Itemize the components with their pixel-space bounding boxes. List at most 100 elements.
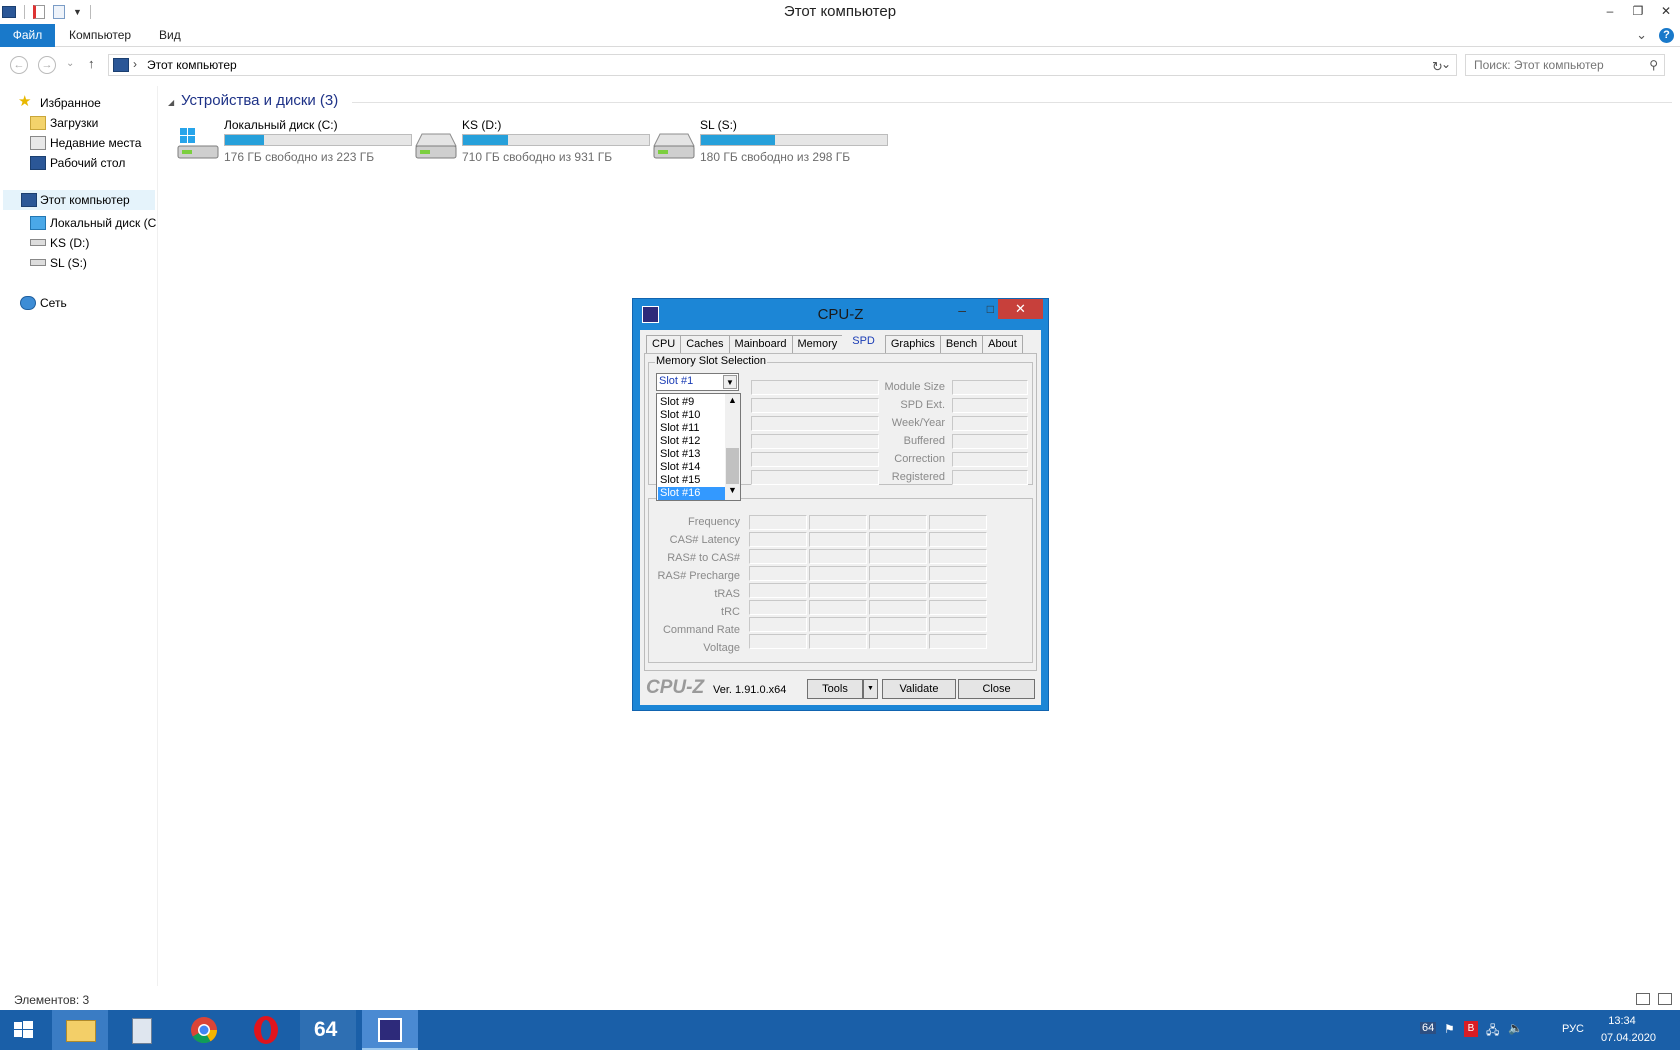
large-icons-view-icon[interactable]: [1658, 993, 1672, 1005]
back-button[interactable]: ←: [10, 56, 28, 74]
scroll-down-icon[interactable]: ▼: [725, 485, 740, 499]
taskbar-calculator[interactable]: [114, 1010, 170, 1050]
slot-option-selected[interactable]: Slot #16: [658, 487, 726, 500]
minimize-button[interactable]: –: [1596, 0, 1624, 22]
tab-mainboard[interactable]: Mainboard: [728, 335, 792, 354]
address-bar[interactable]: › Этот компьютер ⌄: [108, 54, 1457, 76]
timing-cell: [929, 515, 987, 530]
system-tray: 64 ⚑ B 🖧 🔈 РУС 13:34 07.04.2020: [1300, 1010, 1680, 1050]
drive-tile-d[interactable]: KS (D:) 710 ГБ свободно из 931 ГБ: [410, 118, 660, 168]
calculator-icon: [132, 1018, 152, 1044]
recent-locations-icon[interactable]: ⌄: [66, 58, 74, 69]
search-input[interactable]: [1474, 56, 1644, 74]
tab-caches[interactable]: Caches: [680, 335, 729, 354]
scroll-up-icon[interactable]: ▲: [725, 395, 740, 409]
sidebar-item-this-pc[interactable]: Этот компьютер: [2, 189, 156, 211]
restore-button[interactable]: ❐: [1624, 0, 1652, 22]
timing-cell: [809, 617, 867, 632]
slot-option[interactable]: Slot #13: [658, 448, 726, 461]
timing-cell: [869, 600, 927, 615]
volume-icon[interactable]: 🔈: [1508, 1021, 1523, 1035]
group-header-devices[interactable]: Устройства и диски (3): [181, 92, 338, 109]
breadcrumb-this-pc[interactable]: Этот компьютер: [147, 58, 237, 72]
tab-cpu[interactable]: CPU: [646, 335, 681, 354]
scroll-thumb[interactable]: [726, 448, 739, 484]
start-button[interactable]: [0, 1010, 48, 1050]
timing-cell: [869, 634, 927, 649]
tray-badge-icon[interactable]: 64: [1420, 1022, 1437, 1034]
collapse-group-icon[interactable]: ◢: [168, 98, 174, 107]
forward-button[interactable]: →: [38, 56, 56, 74]
sidebar-item-recent-places[interactable]: Недавние места: [28, 133, 158, 153]
network-icon: [20, 296, 36, 310]
sidebar-item-downloads[interactable]: Загрузки: [28, 113, 158, 133]
slot-dropdown-list[interactable]: Slot #9 Slot #10 Slot #11 Slot #12 Slot …: [656, 393, 741, 501]
cpuz-minimize-button[interactable]: –: [958, 302, 966, 318]
taskbar-explorer[interactable]: [52, 1010, 108, 1050]
sidebar-item-favorites[interactable]: ★ Избранное: [18, 93, 158, 113]
network-tray-icon[interactable]: 🖧: [1486, 1021, 1499, 1042]
tab-file[interactable]: Файл: [0, 24, 55, 47]
drive-tile-c[interactable]: Локальный диск (C:) 176 ГБ свободно из 2…: [172, 118, 422, 168]
timing-cell: [929, 634, 987, 649]
ribbon-right: ⌄ ?: [1636, 27, 1674, 43]
up-button[interactable]: ↑: [88, 56, 95, 71]
sidebar-item-sl-s[interactable]: SL (S:): [28, 253, 158, 273]
sidebar-item-ks-d[interactable]: KS (D:): [28, 233, 158, 253]
slot-option[interactable]: Slot #14: [658, 461, 726, 474]
clock-date[interactable]: 07.04.2020: [1601, 1032, 1656, 1044]
slot-option[interactable]: Slot #15: [658, 474, 726, 487]
timing-cell: [869, 515, 927, 530]
search-box[interactable]: ⚲: [1465, 54, 1665, 76]
taskbar-opera[interactable]: [238, 1010, 294, 1050]
refresh-icon[interactable]: ↻: [1432, 59, 1443, 75]
slot-option[interactable]: Slot #12: [658, 435, 726, 448]
close-button[interactable]: ✕: [1652, 0, 1680, 22]
tab-memory[interactable]: Memory: [791, 335, 843, 354]
sidebar-item-label: Избранное: [40, 96, 101, 110]
timing-cell: [809, 600, 867, 615]
taskbar-cpuz[interactable]: [362, 1010, 418, 1050]
tab-about[interactable]: About: [982, 335, 1023, 354]
clock-time[interactable]: 13:34: [1592, 1015, 1652, 1027]
sidebar-item-network[interactable]: Сеть: [18, 293, 158, 313]
breadcrumb-chevron-icon[interactable]: ›: [133, 57, 137, 71]
tab-graphics[interactable]: Graphics: [884, 335, 940, 354]
timing-cell: [749, 617, 807, 632]
taskbar-chrome[interactable]: [176, 1010, 232, 1050]
sidebar-item-desktop[interactable]: Рабочий стол: [28, 153, 158, 173]
dropdown-scrollbar[interactable]: ▲ ▼: [725, 394, 740, 500]
validate-button[interactable]: Validate: [882, 679, 956, 699]
tab-spd[interactable]: SPD: [842, 333, 885, 354]
close-button[interactable]: Close: [958, 679, 1035, 699]
this-pc-icon: [21, 193, 37, 207]
opera-icon: [254, 1016, 278, 1044]
spd-field-3: [751, 416, 879, 431]
flag-icon[interactable]: ⚑: [1444, 1022, 1455, 1036]
search-icon[interactable]: ⚲: [1649, 58, 1658, 72]
tab-view[interactable]: Вид: [146, 24, 194, 47]
slot-select-arrow-icon[interactable]: ▼: [723, 375, 737, 389]
window-title: Этот компьютер: [783, 3, 897, 20]
tab-bench[interactable]: Bench: [939, 335, 983, 354]
antivirus-icon[interactable]: B: [1464, 1021, 1478, 1037]
tab-computer[interactable]: Компьютер: [56, 24, 144, 47]
slot-option[interactable]: Slot #10: [658, 409, 726, 422]
drive-tile-s[interactable]: SL (S:) 180 ГБ свободно из 298 ГБ: [648, 118, 898, 168]
cpuz-title-bar[interactable]: CPU-Z – □ ✕: [633, 299, 1048, 329]
tools-dropdown-button[interactable]: ▼: [863, 679, 878, 699]
details-view-icon[interactable]: [1636, 993, 1650, 1005]
slot-select[interactable]: Slot #1 ▼: [656, 373, 739, 391]
tools-button[interactable]: Tools: [807, 679, 863, 699]
slot-option[interactable]: Slot #11: [658, 422, 726, 435]
hard-drive-icon: [415, 133, 457, 159]
sidebar-item-local-disk-c[interactable]: Локальный диск (C: [28, 213, 158, 233]
help-icon[interactable]: ?: [1659, 27, 1674, 43]
expand-ribbon-icon[interactable]: ⌄: [1636, 27, 1647, 43]
language-indicator[interactable]: РУС: [1562, 1023, 1584, 1035]
cpuz-icon: [378, 1018, 402, 1042]
slot-option[interactable]: Slot #9: [658, 396, 726, 409]
cpuz-close-button[interactable]: ✕: [998, 299, 1043, 319]
taskbar-aida64[interactable]: 64: [300, 1010, 356, 1050]
cpuz-maximize-button[interactable]: □: [987, 302, 994, 316]
